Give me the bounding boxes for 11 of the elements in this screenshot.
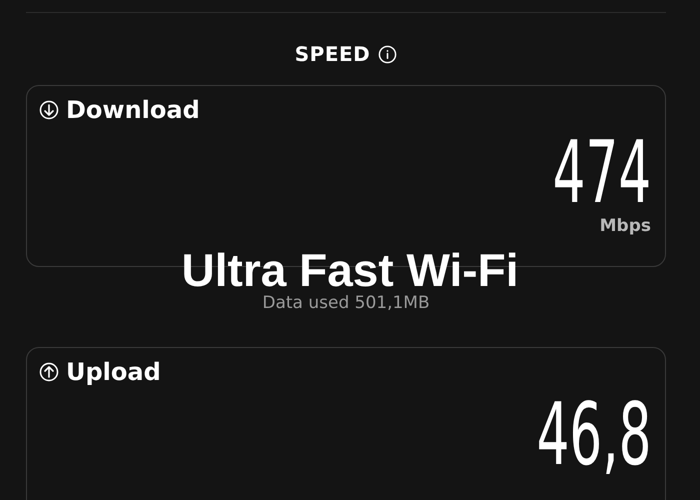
speed-value: 474 [552, 130, 651, 216]
data-used-text: Data used 501,1MB [262, 293, 430, 313]
card-label: Upload [66, 358, 161, 386]
speed-unit: Mbps [600, 216, 651, 236]
up-arrow-circle-icon [39, 362, 59, 382]
down-arrow-circle-icon [39, 100, 59, 120]
card-label: Download [66, 96, 200, 124]
speed-value: 46,8 [536, 392, 651, 478]
caption-text: Ultra Fast Wi-Fi [182, 243, 518, 296]
info-icon[interactable] [378, 44, 398, 64]
section-title: SPEED [294, 42, 370, 66]
